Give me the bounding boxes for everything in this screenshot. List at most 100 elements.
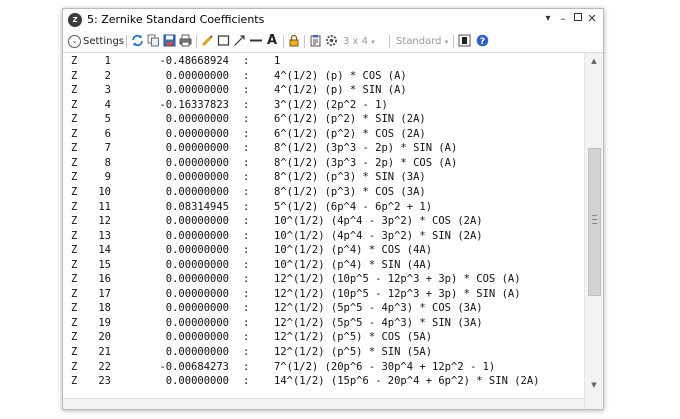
term-formula: 12^(1/2) (10p^5 - 12p^3 + 3p) * COS (A) (274, 273, 521, 286)
separator-colon: : (243, 273, 250, 286)
table-row: Z 4 -0.16337823: 3^(1/2) (2p^2 - 1) (63, 99, 583, 112)
term-formula: 12^(1/2) (5p^5 - 4p^3) * SIN (3A) (274, 316, 483, 329)
scroll-up-icon[interactable]: ▲ (585, 55, 603, 67)
term-number: 23 (98, 375, 111, 388)
lock-icon[interactable] (288, 34, 300, 49)
text-icon[interactable]: A (267, 33, 277, 48)
term-number: 16 (98, 273, 111, 286)
title-bar[interactable]: Z 5: Zernike Standard Coefficients ▾ – ✕ (63, 9, 603, 31)
vertical-scrollbar[interactable]: ▲ ▼ (584, 53, 603, 409)
term-number: 20 (98, 331, 111, 344)
term-label: Z (71, 55, 78, 67)
term-label: Z (71, 84, 78, 97)
term-label: Z (71, 258, 78, 271)
table-row: Z 5 0.00000000: 6^(1/2) (p^2) * SIN (2A) (63, 113, 583, 126)
term-formula: 6^(1/2) (p^2) * COS (2A) (274, 127, 426, 140)
layout-dropdown[interactable]: 3 x 4 ▾ (343, 34, 375, 49)
separator-colon: : (243, 316, 250, 329)
chevron-down-icon: ▾ (444, 38, 449, 46)
table-row: Z 14 0.00000000: 10^(1/2) (p^4) * COS (4A) (63, 244, 583, 257)
svg-text:?: ? (480, 37, 485, 47)
separator-colon: : (243, 55, 250, 67)
term-formula: 10^(1/2) (p^4) * COS (4A) (274, 244, 433, 257)
table-row: Z 8 0.00000000: 8^(1/2) (3p^3 - 2p) * COS (… (63, 157, 583, 170)
chevron-down-icon[interactable]: ⌄ (68, 35, 81, 48)
coefficient-value: 0.00000000 (165, 287, 229, 300)
separator-colon: : (243, 185, 250, 198)
term-label: Z (71, 331, 78, 344)
help-icon[interactable]: ? (476, 34, 489, 49)
coefficient-value: 0.00000000 (165, 273, 229, 286)
horizontal-scrollbar[interactable] (63, 398, 584, 409)
separator-colon: : (243, 69, 250, 82)
coefficient-value: 0.00000000 (165, 215, 229, 228)
toolbar-separator (126, 35, 127, 48)
rectangle-icon[interactable] (217, 34, 230, 49)
coefficient-value: 0.00000000 (165, 302, 229, 315)
save-icon[interactable] (163, 34, 176, 49)
separator-colon: : (243, 98, 250, 111)
close-icon[interactable]: ✕ (585, 12, 599, 26)
refresh-icon[interactable] (131, 34, 144, 49)
separator-colon: : (243, 200, 250, 213)
zemax-logo-icon[interactable]: Z (68, 13, 82, 27)
print-icon[interactable] (179, 34, 192, 49)
coefficients-text-area[interactable]: Z 1 -0.48668924: 1 Z 2 0.00000000: 4^(1/2) (p) … (63, 53, 583, 409)
coefficient-value: 0.08314945 (165, 200, 229, 213)
table-row: Z 18 0.00000000: 12^(1/2) (5p^5 - 4p^3) * C… (63, 302, 583, 315)
separator-colon: : (243, 171, 250, 184)
coefficient-value: 0.00000000 (165, 69, 229, 82)
copy-icon[interactable] (147, 34, 160, 49)
line-icon[interactable] (249, 34, 263, 49)
term-label: Z (71, 127, 78, 140)
separator-colon: : (243, 84, 250, 97)
settings-wheel-icon[interactable] (325, 34, 338, 49)
table-row: Z 15 0.00000000: 10^(1/2) (p^4) * SIN (4A) (63, 259, 583, 272)
minimize-icon[interactable]: – (556, 12, 570, 26)
settings-button[interactable]: Settings (83, 34, 124, 49)
term-formula: 12^(1/2) (p^5) * SIN (5A) (274, 346, 433, 358)
term-label: Z (71, 360, 78, 373)
term-formula: 8^(1/2) (p^3) * COS (3A) (274, 185, 426, 198)
term-number: 8 (104, 156, 111, 169)
scroll-down-icon[interactable]: ▼ (585, 379, 603, 391)
table-row: Z 13 0.00000000: 10^(1/2) (4p^4 - 3p^2) * S… (63, 230, 583, 243)
table-row: Z 1 -0.48668924: 1 (63, 55, 583, 68)
term-label: Z (71, 273, 78, 286)
separator-colon: : (243, 302, 250, 315)
separator-colon: : (243, 346, 250, 358)
coefficient-value: 0.00000000 (165, 113, 229, 126)
term-number: 15 (98, 258, 111, 271)
standard-dropdown[interactable]: Standard ▾ (396, 34, 448, 49)
coefficient-value: -0.00684273 (159, 360, 229, 373)
table-row: Z 22 -0.00684273: 7^(1/2) (20p^6 - 30p^4 + … (63, 361, 583, 374)
pencil-icon[interactable] (201, 34, 214, 49)
table-row: Z 17 0.00000000: 12^(1/2) (10p^5 - 12p^3 + … (63, 288, 583, 301)
separator-colon: : (243, 156, 250, 169)
term-formula: 10^(1/2) (p^4) * SIN (4A) (274, 258, 433, 271)
term-label: Z (71, 171, 78, 184)
term-number: 10 (98, 185, 111, 198)
scrollbar-thumb[interactable] (588, 148, 601, 296)
term-label: Z (71, 113, 78, 126)
zernike-window: Z 5: Zernike Standard Coefficients ▾ – ✕… (62, 8, 604, 410)
arrow-line-icon[interactable] (233, 34, 246, 49)
term-formula: 7^(1/2) (20p^6 - 30p^4 + 12p^2 - 1) (274, 360, 496, 373)
term-number: 5 (104, 113, 111, 126)
restore-icon[interactable] (571, 12, 585, 26)
separator-colon: : (243, 244, 250, 257)
table-row: Z 12 0.00000000: 10^(1/2) (4p^4 - 3p^2) * C… (63, 215, 583, 228)
term-formula: 8^(1/2) (3p^3 - 2p) * COS (A) (274, 156, 458, 169)
coefficient-value: -0.48668924 (159, 55, 229, 67)
term-number: 13 (98, 229, 111, 242)
clipboard-icon[interactable] (309, 34, 322, 49)
coefficient-value: -0.16337823 (159, 98, 229, 111)
term-formula: 10^(1/2) (4p^4 - 3p^2) * COS (2A) (274, 215, 483, 228)
coefficient-value: 0.00000000 (165, 84, 229, 97)
color-swatch-icon[interactable] (458, 34, 471, 49)
separator-colon: : (243, 127, 250, 140)
chevron-down-icon[interactable]: ▾ (541, 12, 555, 26)
separator-colon: : (243, 360, 250, 373)
term-number: 1 (104, 55, 111, 67)
table-row: Z 11 0.08314945: 5^(1/2) (6p^4 - 6p^2 + 1) (63, 201, 583, 214)
